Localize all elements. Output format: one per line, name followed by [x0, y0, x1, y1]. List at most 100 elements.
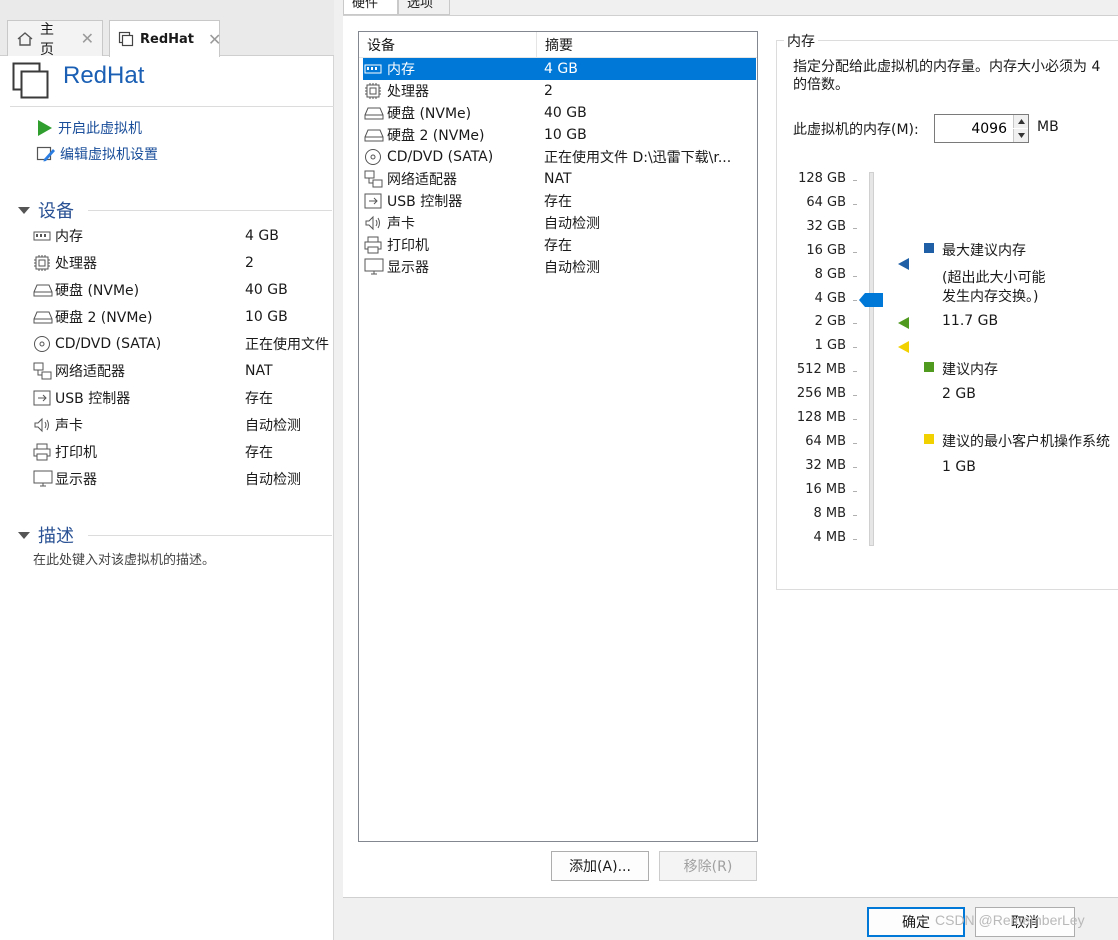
device-row-network[interactable]: 网络适配器 NAT	[33, 357, 334, 384]
disk-icon	[363, 128, 387, 142]
home-icon	[16, 31, 34, 47]
memory-description-line: 指定分配给此虚拟机的内存量。内存大小必须为 4	[793, 59, 1101, 75]
device-value: 存在	[245, 390, 273, 407]
device-value: 10 GB	[245, 308, 288, 325]
chevron-down-icon	[1017, 133, 1025, 138]
device-name: CD/DVD (SATA)	[55, 335, 162, 352]
legend-min-value: 1 GB	[942, 459, 976, 475]
list-item-summary: NAT	[544, 171, 572, 187]
device-value: 自动检测	[245, 417, 301, 434]
max-recommended-marker	[898, 257, 909, 270]
disk-icon	[33, 310, 55, 324]
memory-slider-track[interactable]	[869, 172, 874, 546]
cpu-icon	[33, 254, 55, 272]
spin-up-button[interactable]	[1013, 115, 1028, 128]
device-row-printer[interactable]: 打印机 存在	[33, 438, 334, 465]
list-item-sound[interactable]: 声卡 自动检测	[363, 212, 756, 234]
list-item-printer[interactable]: 打印机 存在	[363, 234, 756, 256]
monitor-icon	[33, 470, 55, 488]
remove-device-button[interactable]: 移除(R)	[659, 851, 757, 881]
column-header-device[interactable]: 设备	[359, 32, 537, 57]
tab-options[interactable]: 选项	[398, 0, 450, 15]
min-guest-marker	[898, 341, 909, 354]
device-row-disk-2[interactable]: 硬盘 2 (NVMe) 10 GB	[33, 303, 334, 330]
list-item-name: 显示器	[387, 260, 429, 276]
device-row-display[interactable]: 显示器 自动检测	[33, 465, 334, 492]
close-icon[interactable]: ✕	[81, 29, 94, 48]
memory-scale-label: 128 GB	[798, 171, 846, 186]
list-item-name: 声卡	[387, 216, 415, 232]
memory-scale-label: 4 GB	[814, 290, 846, 306]
memory-scale-tick	[853, 419, 857, 420]
memory-scale-tick	[853, 514, 857, 516]
hardware-device-list[interactable]: 设备 摘要 内存 4 GB 处理器 2 硬盘 (NVMe) 40 GB 硬盘 2…	[358, 31, 758, 842]
tab-home[interactable]: 主页 ✕	[7, 20, 103, 58]
list-item-summary: 存在	[544, 194, 572, 210]
cpu-icon	[363, 82, 387, 100]
divider	[10, 106, 334, 107]
device-row-usb[interactable]: USB 控制器 存在	[33, 384, 334, 411]
close-icon[interactable]: ✕	[208, 30, 221, 49]
devices-section-title: 设备	[38, 201, 74, 222]
list-item-cpu[interactable]: 处理器 2	[363, 80, 756, 102]
memory-scale-label: 32 MB	[805, 457, 846, 473]
memory-input[interactable]	[935, 115, 1013, 142]
device-row-sound[interactable]: 声卡 自动检测	[33, 411, 334, 438]
memory-scale-tick	[853, 347, 857, 349]
speaker-icon	[363, 215, 387, 231]
device-row-cpu[interactable]: 处理器 2	[33, 249, 334, 276]
memory-description-line: 的倍数。	[793, 77, 849, 93]
power-on-vm-link[interactable]: 开启此虚拟机	[36, 118, 142, 138]
list-item-summary: 正在使用文件 D:\迅雷下载\r...	[544, 150, 732, 166]
list-item-memory[interactable]: 内存 4 GB	[363, 58, 756, 80]
chevron-up-icon	[1017, 119, 1025, 124]
device-value: 存在	[245, 444, 273, 461]
description-section-title: 描述	[38, 526, 74, 547]
spin-down-button[interactable]	[1013, 129, 1028, 142]
usb-icon	[363, 193, 387, 209]
vm-tab-bar: 主页 ✕ RedHat ✕	[0, 0, 334, 58]
tab-redhat-label: RedHat	[140, 31, 194, 47]
list-item-network[interactable]: 网络适配器 NAT	[363, 168, 756, 190]
play-icon	[36, 119, 54, 137]
vm-icon	[12, 62, 50, 100]
memory-stepper[interactable]	[934, 114, 1029, 143]
list-item-summary: 40 GB	[544, 105, 587, 121]
list-item-summary: 2	[544, 83, 553, 99]
add-device-button[interactable]: 添加(A)...	[551, 851, 649, 881]
device-row-memory[interactable]: 内存 4 GB	[33, 222, 334, 249]
edit-vm-settings-link[interactable]: 编辑虚拟机设置	[36, 144, 158, 164]
description-section-header[interactable]: 描述	[18, 522, 332, 548]
legend-min-swatch	[924, 434, 934, 444]
cd-icon	[33, 335, 55, 353]
device-row-cd-dvd[interactable]: CD/DVD (SATA) 正在使用文件	[33, 330, 334, 357]
memory-scale-tick	[853, 323, 857, 325]
list-item-usb[interactable]: USB 控制器 存在	[363, 190, 756, 212]
list-item-disk[interactable]: 硬盘 (NVMe) 40 GB	[363, 102, 756, 124]
list-item-disk-2[interactable]: 硬盘 2 (NVMe) 10 GB	[363, 124, 756, 146]
devices-section-header[interactable]: 设备	[18, 197, 332, 223]
column-header-summary[interactable]: 摘要	[537, 35, 573, 55]
power-on-label: 开启此虚拟机	[58, 121, 142, 137]
tab-home-label: 主页	[40, 21, 54, 58]
edit-settings-icon	[36, 145, 56, 163]
memory-description: 指定分配给此虚拟机的内存量。内存大小必须为 4 的倍数。	[793, 58, 1118, 94]
legend-max-value: 11.7 GB	[942, 313, 999, 329]
list-item-summary: 存在	[544, 238, 572, 254]
memory-slider-thumb[interactable]	[859, 292, 883, 307]
memory-scale-label: 8 MB	[813, 505, 846, 521]
device-row-disk[interactable]: 硬盘 (NVMe) 40 GB	[33, 276, 334, 303]
description-input[interactable]: 在此处键入对该虚拟机的描述。	[33, 549, 215, 568]
memory-scale-tick	[853, 203, 857, 205]
memory-scale-tick	[853, 251, 857, 253]
memory-scale-label: 512 MB	[796, 362, 846, 378]
vm-tab-icon	[118, 31, 134, 47]
list-item-summary: 10 GB	[544, 127, 587, 143]
list-item-cd-dvd[interactable]: CD/DVD (SATA) 正在使用文件 D:\迅雷下载\r...	[363, 146, 756, 168]
memory-scale-tick	[853, 395, 857, 397]
tab-redhat[interactable]: RedHat ✕	[109, 20, 221, 57]
memory-scale-label: 32 GB	[806, 218, 846, 234]
tab-hardware[interactable]: 硬件	[343, 0, 398, 15]
list-item-name: 网络适配器	[387, 172, 457, 188]
list-item-display[interactable]: 显示器 自动检测	[363, 256, 756, 278]
